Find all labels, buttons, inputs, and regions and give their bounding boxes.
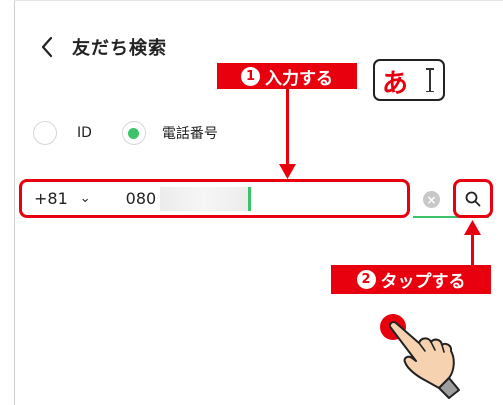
phone-number-input[interactable]: 080 bbox=[125, 186, 252, 211]
pointing-hand-icon bbox=[388, 321, 460, 399]
step2-callout: 2 タップする bbox=[331, 265, 491, 294]
option-id[interactable]: ID bbox=[33, 121, 122, 145]
search-button[interactable] bbox=[453, 179, 493, 218]
option-phone[interactable]: 電話番号 bbox=[121, 121, 218, 145]
keyboard-hint-char: あ bbox=[382, 69, 409, 99]
search-icon bbox=[465, 191, 481, 206]
step1-arrow bbox=[286, 89, 289, 167]
keyboard-hint-icon: あ bbox=[373, 59, 445, 101]
search-type-selector: ID 電話番号 bbox=[33, 118, 218, 148]
country-code: +81 bbox=[34, 189, 68, 208]
radio-selected-dot bbox=[128, 127, 140, 139]
step2-arrow bbox=[471, 234, 474, 265]
step1-callout: 1 入力する bbox=[217, 63, 357, 89]
option-id-label: ID bbox=[77, 125, 92, 141]
step2-arrowhead bbox=[464, 220, 481, 235]
text-caret bbox=[248, 186, 252, 211]
text-cursor-icon bbox=[426, 68, 434, 92]
phone-input-field[interactable]: +81 ⌄ 080 bbox=[19, 179, 410, 218]
page-title: 友だち検索 bbox=[72, 38, 167, 59]
masked-phone-digits bbox=[160, 186, 249, 211]
step2-number: 2 bbox=[356, 270, 376, 289]
clear-icon[interactable]: × bbox=[423, 191, 440, 208]
radio-phone[interactable] bbox=[121, 121, 146, 145]
step2-text: タップする bbox=[380, 272, 466, 292]
header: 友だち検索 bbox=[34, 32, 167, 62]
step1-text: 入力する bbox=[265, 68, 333, 89]
option-phone-label: 電話番号 bbox=[161, 126, 218, 142]
phone-number-prefix: 080 bbox=[125, 189, 157, 208]
top-divider bbox=[14, 0, 503, 1]
step1-arrowhead bbox=[279, 164, 296, 179]
back-button[interactable] bbox=[34, 34, 60, 60]
step1-number: 1 bbox=[241, 66, 260, 86]
country-code-select[interactable]: +81 ⌄ bbox=[34, 189, 91, 208]
chevron-down-icon: ⌄ bbox=[79, 191, 91, 206]
chevron-left-icon bbox=[41, 36, 53, 58]
radio-id[interactable] bbox=[33, 121, 57, 145]
